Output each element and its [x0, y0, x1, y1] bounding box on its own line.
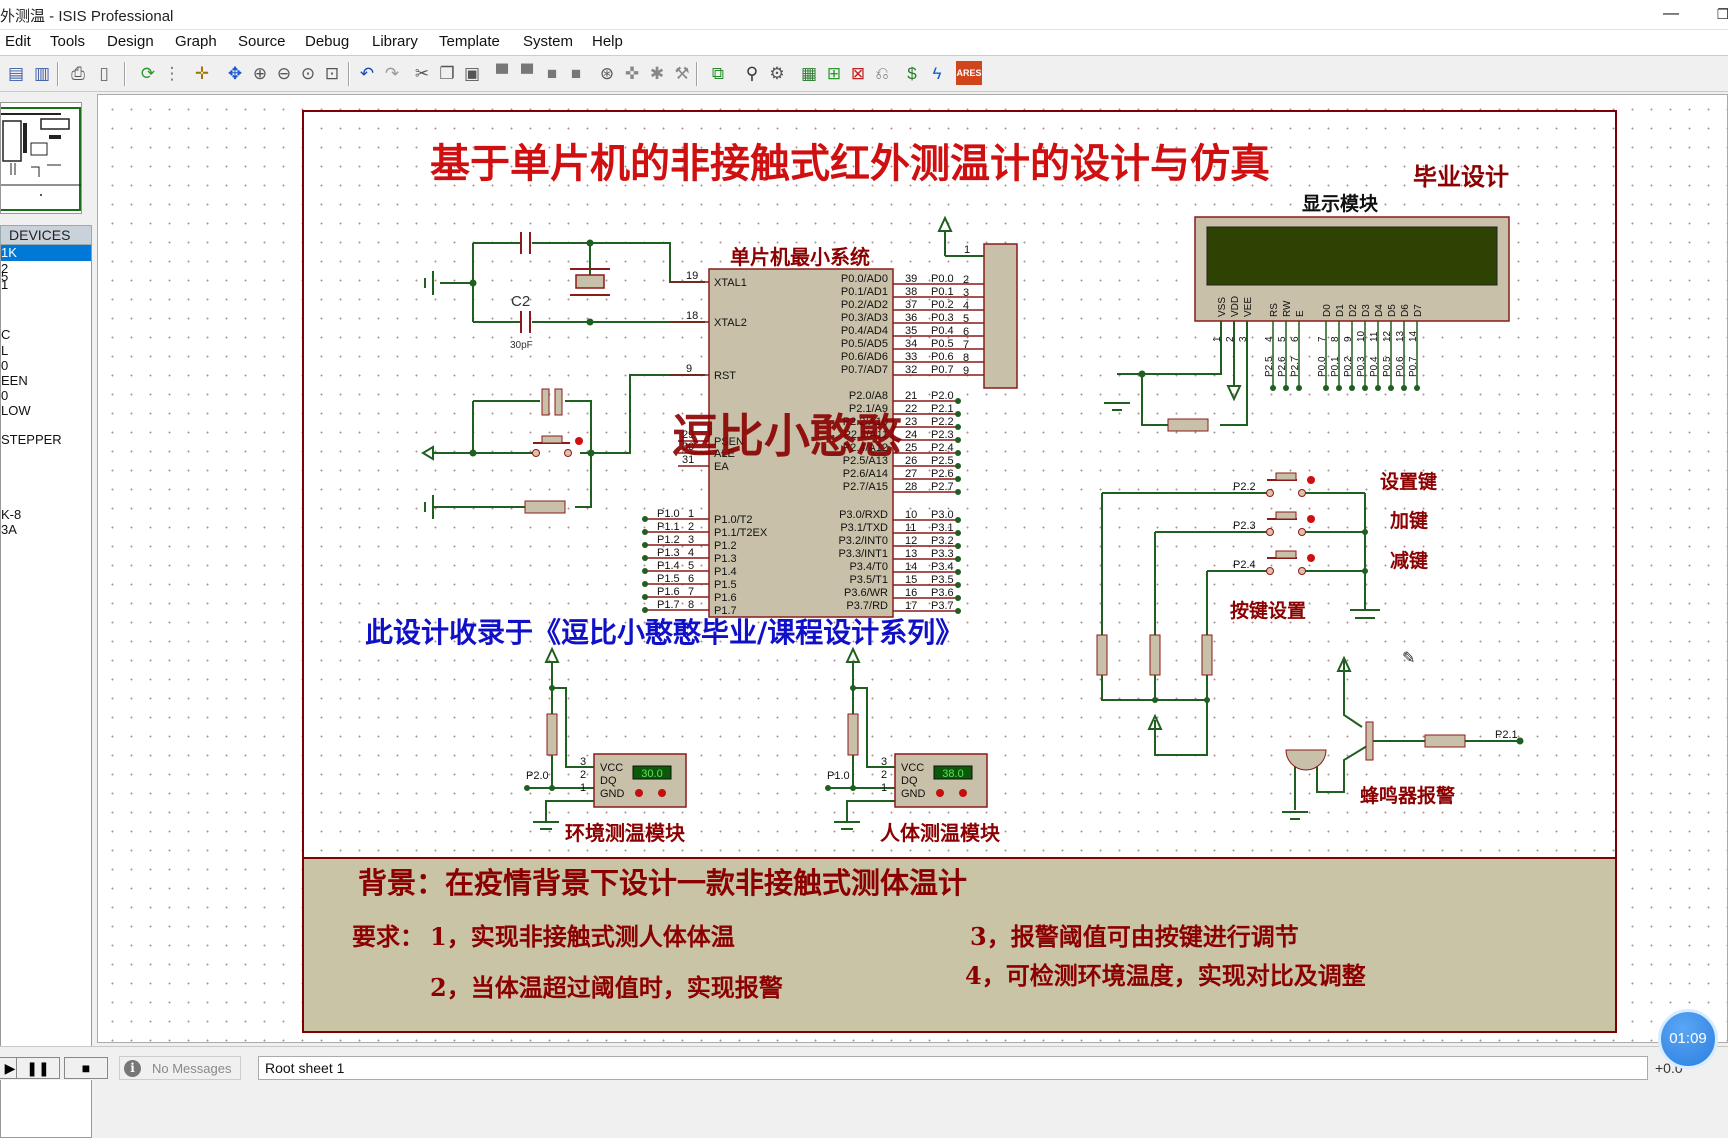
left-panel: DEVICES 1K 2 5 1 C L 0 EEN 0 LOW STEPPER…: [0, 92, 93, 1138]
print-icon[interactable]: ⎙: [66, 61, 90, 85]
device-item[interactable]: 0: [1, 358, 91, 374]
toolbar-separator: [348, 62, 350, 86]
pause-button[interactable]: ❚❚: [16, 1057, 60, 1079]
import-section-icon[interactable]: ▤: [4, 61, 28, 85]
minimize-button[interactable]: —: [1648, 0, 1694, 30]
make-device-icon[interactable]: ✜: [620, 61, 644, 85]
menu-tools[interactable]: Tools: [50, 33, 85, 50]
device-item[interactable]: 0: [1, 388, 91, 404]
device-item[interactable]: 1K: [1, 245, 91, 261]
messages-indicator[interactable]: i No Messages: [119, 1056, 241, 1080]
exit-to-parent-icon[interactable]: ⎌: [870, 61, 894, 85]
copy-icon[interactable]: ❐: [435, 61, 459, 85]
menu-help[interactable]: Help: [592, 33, 623, 50]
block-move-icon[interactable]: ▀: [515, 61, 539, 85]
undo-icon[interactable]: ↶: [355, 61, 379, 85]
device-item[interactable]: C: [1, 327, 91, 343]
export-section-icon[interactable]: ▥: [30, 61, 54, 85]
menu-library[interactable]: Library: [372, 33, 418, 50]
bill-of-materials-icon[interactable]: $: [900, 61, 924, 85]
window-title: 外测温 - ISIS Professional: [0, 8, 174, 25]
schematic-canvas[interactable]: [97, 94, 1728, 1043]
messages-text: No Messages: [152, 1061, 232, 1076]
menu-system[interactable]: System: [523, 33, 573, 50]
menu-debug[interactable]: Debug: [305, 33, 349, 50]
refresh-icon[interactable]: ⟳: [136, 61, 160, 85]
remove-sheet-icon[interactable]: ⊠: [846, 61, 870, 85]
status-bar: ▶ ❚❚ ■ i No Messages Root sheet 1 +0.0: [0, 1046, 1728, 1080]
pick-device-icon[interactable]: ⊛: [595, 61, 619, 85]
overview-thumbnail: [1, 113, 81, 196]
sheet-indicator: Root sheet 1: [258, 1056, 1648, 1080]
device-item[interactable]: 1: [1, 277, 91, 293]
device-item[interactable]: LOW: [1, 403, 91, 419]
recording-timer: 01:09: [1658, 1009, 1718, 1069]
stop-button[interactable]: ■: [64, 1057, 108, 1079]
property-assignment-icon[interactable]: ⚙: [765, 61, 789, 85]
electrical-rules-check-icon[interactable]: ϟ: [925, 61, 949, 85]
origin-icon[interactable]: ✛: [190, 61, 214, 85]
wire-autorouter-icon[interactable]: ⧉: [706, 61, 730, 85]
device-item[interactable]: 3A: [1, 522, 91, 538]
zoom-area-icon[interactable]: ⊡: [320, 61, 344, 85]
maximize-button[interactable]: ❐: [1700, 0, 1728, 30]
info-icon: i: [124, 1060, 141, 1077]
title-bar: 外测温 - ISIS Professional — ❐: [0, 0, 1728, 30]
ares-netlist-icon[interactable]: ARES: [956, 61, 982, 85]
menu-design[interactable]: Design: [107, 33, 154, 50]
device-item[interactable]: K-8: [1, 507, 91, 523]
block-copy-icon[interactable]: ▀: [490, 61, 514, 85]
grid-toggle-icon[interactable]: ⋮: [160, 61, 184, 85]
redo-icon[interactable]: ↷: [380, 61, 404, 85]
menu-source[interactable]: Source: [238, 33, 286, 50]
menu-graph[interactable]: Graph: [175, 33, 217, 50]
device-item[interactable]: STEPPER: [1, 432, 91, 448]
toolbar-separator: [57, 62, 59, 86]
toolbar: ▤ ▥ ⎙ ▯ ⟳ ⋮ ✛ ✥ ⊕ ⊖ ⊙ ⊡ ↶ ↷ ✂ ❐ ▣ ▀ ▀ ■ …: [0, 56, 1728, 92]
menu-bar: Edit Tools Design Graph Source Debug Lib…: [0, 30, 1728, 56]
design-explorer-icon[interactable]: ▦: [797, 61, 821, 85]
overview-window[interactable]: [0, 102, 82, 214]
devices-list[interactable]: 1K 2 5 1 C L 0 EEN 0 LOW STEPPER K-8 3A: [0, 245, 92, 1138]
toolbar-separator: [124, 62, 126, 86]
toolbar-separator: [696, 62, 698, 86]
search-tag-icon[interactable]: ⚲: [740, 61, 764, 85]
block-rotate-icon[interactable]: ■: [540, 61, 564, 85]
devices-header: DEVICES: [0, 225, 92, 245]
menu-template[interactable]: Template: [439, 33, 500, 50]
package-tool-icon[interactable]: ✱: [645, 61, 669, 85]
block-delete-icon[interactable]: ■: [564, 61, 588, 85]
cut-icon[interactable]: ✂: [410, 61, 434, 85]
zoom-out-icon[interactable]: ⊖: [272, 61, 296, 85]
pan-icon[interactable]: ✥: [223, 61, 247, 85]
decompose-icon[interactable]: ⚒: [670, 61, 694, 85]
menu-edit[interactable]: Edit: [5, 33, 31, 50]
device-item[interactable]: L: [1, 343, 91, 359]
zoom-in-icon[interactable]: ⊕: [248, 61, 272, 85]
page-setup-icon[interactable]: ▯: [92, 61, 116, 85]
device-item[interactable]: EEN: [1, 373, 91, 389]
zoom-all-icon[interactable]: ⊙: [296, 61, 320, 85]
paste-icon[interactable]: ▣: [460, 61, 484, 85]
new-sheet-icon[interactable]: ⊞: [822, 61, 846, 85]
